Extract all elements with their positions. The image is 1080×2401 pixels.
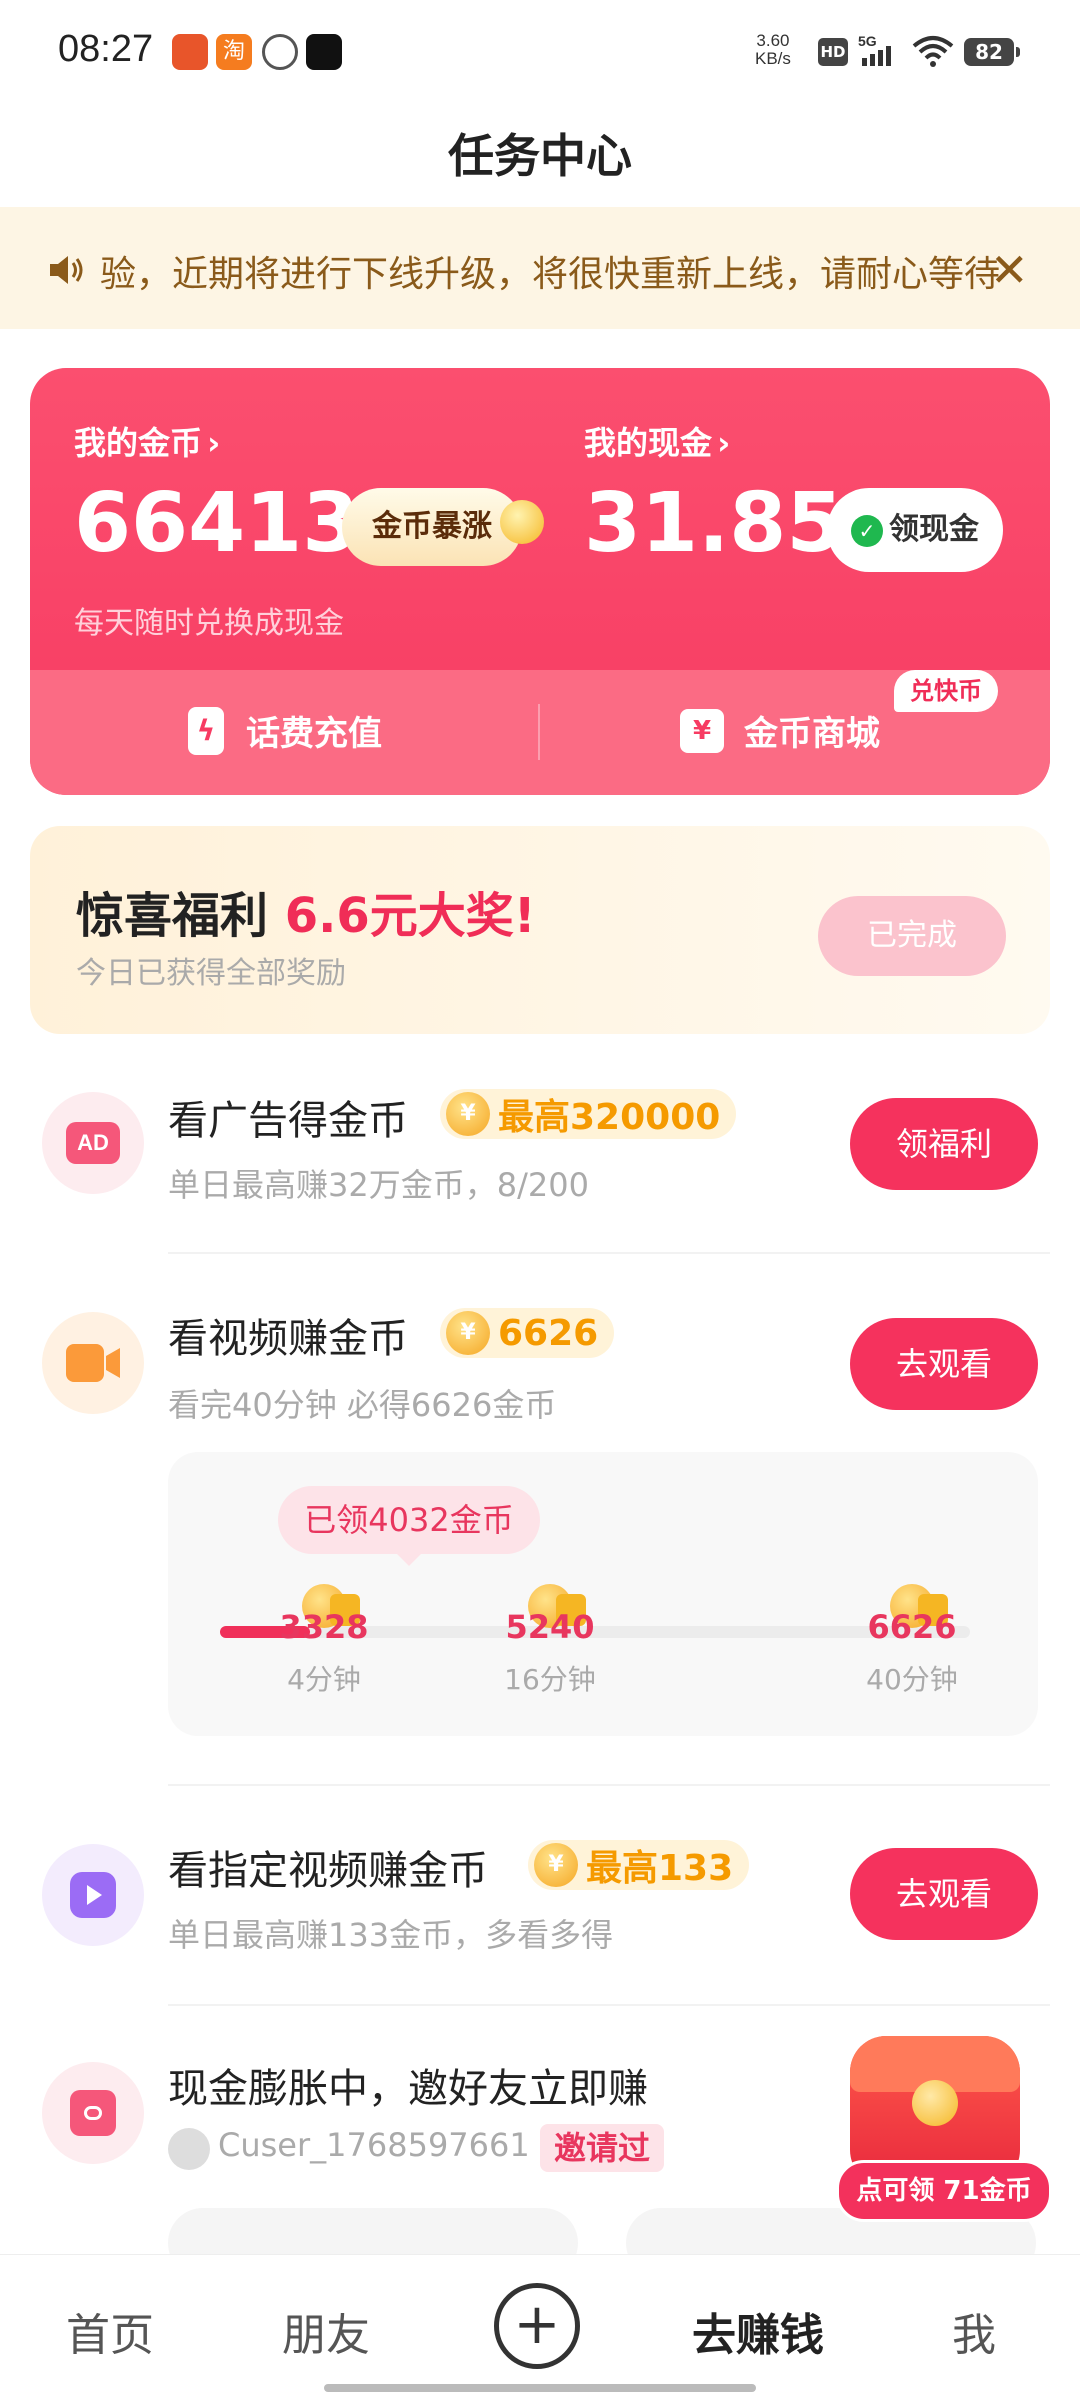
watch-button[interactable]: 去观看: [850, 1318, 1038, 1410]
coin-icon: [446, 1092, 490, 1136]
divider: [168, 1784, 1050, 1786]
network-speed: 3.60 KB/s: [755, 31, 791, 68]
milestone-value: 5240: [505, 1608, 595, 1646]
my-cash-label: 我的现金: [584, 424, 713, 462]
reward-value: 6626: [498, 1312, 599, 1354]
coin-icon: [500, 500, 544, 544]
ticket-icon: ¥: [680, 708, 724, 753]
ad-icon: AD: [66, 1122, 120, 1164]
completed-button[interactable]: 已完成: [818, 896, 1006, 976]
plus-icon[interactable]: +: [494, 2283, 580, 2369]
reward-pill: 最高320000: [440, 1089, 737, 1139]
my-coins-link[interactable]: 我的金币 ›: [74, 418, 220, 464]
tab-friends[interactable]: 朋友: [256, 2299, 396, 2363]
claimed-tooltip: 已领4032金币: [278, 1486, 540, 1566]
lightning-icon: ϟ: [188, 706, 224, 755]
notice-text: 验，近期将进行下线升级，将很快重新上线，请耐心等待: [100, 254, 1000, 295]
close-icon[interactable]: ✕: [990, 243, 1029, 297]
wallet-card: 我的金币 › 66413 金币暴涨 我的现金 › 31.85 ✓ 领现金 每天随时…: [30, 368, 1050, 795]
surprise-title: 惊喜福利 6.6元大奖!: [76, 888, 536, 944]
notice-bar: 验，近期将进行下线升级，将很快重新上线，请耐心等待 ✕: [0, 207, 1080, 329]
task-subtitle: 单日最高赚32万金币，8/200: [168, 1166, 589, 1204]
divider: [168, 2004, 1050, 2006]
divider: [538, 704, 540, 760]
status-time: 08:27: [58, 28, 154, 70]
divider: [168, 1252, 1050, 1254]
my-cash-link[interactable]: 我的现金 ›: [584, 418, 730, 464]
avatar: [168, 2128, 210, 2170]
recharge-label: 话费充值: [246, 714, 382, 754]
page-title: 任务中心: [448, 129, 632, 183]
exchange-badge: 兑快币: [894, 670, 998, 712]
task-title: 看指定视频赚金币: [168, 1848, 488, 1894]
task-title: 看视频赚金币: [168, 1316, 408, 1362]
task-subtitle: 单日最高赚133金币，多看多得: [168, 1916, 614, 1954]
play-icon: [70, 1872, 116, 1918]
coin-icon: [534, 1843, 578, 1887]
wallet-subtitle: 每天随时兑换成现金: [74, 606, 344, 641]
claim-welfare-button[interactable]: 领福利: [850, 1098, 1038, 1190]
link-notification-icon: [262, 34, 298, 70]
tab-earn[interactable]: 去赚钱: [668, 2299, 848, 2363]
chevron-right-icon: ›: [207, 424, 221, 462]
taobao-notification-icon: 淘: [216, 34, 252, 70]
milestone-value: 6626: [867, 1608, 957, 1646]
invited-tag: 邀请过: [540, 2124, 665, 2172]
milestone-label: 16分钟: [504, 1663, 596, 1696]
milestone-value: 3328: [279, 1608, 369, 1646]
my-coins-label: 我的金币: [74, 424, 203, 462]
svg-text:5G: 5G: [858, 33, 877, 49]
coin-boost-button[interactable]: 金币暴涨: [342, 488, 522, 566]
signal-5g-icon: 5G: [858, 33, 891, 66]
designated-video-icon-bg: [42, 1844, 144, 1946]
bottom-tab-bar: 首页 朋友 + 去赚钱 我: [0, 2254, 1080, 2401]
invited-username: Cuser_1768597661: [218, 2126, 530, 2164]
video-progress-panel: 已领4032金币 3328 4分钟 5240 16分钟 6626 40分钟: [168, 1452, 1038, 1736]
recharge-button[interactable]: ϟ 话费充值: [188, 706, 382, 755]
milestone-label: 40分钟: [866, 1663, 958, 1696]
tab-me[interactable]: 我: [904, 2299, 1044, 2363]
hd-icon: HD: [818, 38, 848, 66]
withdraw-cash-label: 领现金: [889, 512, 979, 547]
wechat-icon: ✓: [851, 514, 883, 547]
cash-value: 31.85: [584, 476, 844, 571]
chevron-right-icon: ›: [717, 424, 731, 462]
speaker-icon: [50, 256, 83, 284]
battery-icon: 82: [964, 38, 1020, 66]
task-subtitle: 看完40分钟 必得6626金币: [168, 1386, 557, 1424]
coin-mall-button[interactable]: ¥ 金币商城: [680, 706, 880, 755]
milestone-label: 4分钟: [287, 1663, 361, 1696]
task-title: 看广告得金币: [168, 1098, 408, 1144]
coins-value: 66413: [74, 476, 360, 571]
coin-mall-label: 金币商城: [744, 714, 880, 754]
app-notification-icon: [172, 34, 208, 70]
wallet-icon: [70, 2090, 116, 2136]
reward-pill: 最高133: [528, 1840, 750, 1890]
ad-task-icon-bg: AD: [42, 1092, 144, 1194]
coin-icon: [446, 1311, 490, 1355]
reward-value: 最高133: [586, 1848, 734, 1889]
wifi-icon: [912, 36, 954, 67]
watch-button[interactable]: 去观看: [850, 1848, 1038, 1940]
surprise-reward-card: 惊喜福利 6.6元大奖! 今日已获得全部奖励 已完成: [30, 826, 1050, 1034]
tiktok-notification-icon: [306, 34, 342, 70]
withdraw-cash-button[interactable]: ✓ 领现金: [827, 488, 1003, 572]
surprise-subtitle: 今日已获得全部奖励: [76, 956, 346, 991]
tab-home[interactable]: 首页: [40, 2299, 180, 2363]
home-indicator: [324, 2384, 756, 2392]
invite-title: 现金膨胀中，邀好友立即赚: [168, 2066, 648, 2112]
status-bar: 08:27 淘 3.60 KB/s HD 5G 82: [0, 0, 1080, 100]
invite-icon-bg: [42, 2062, 144, 2164]
reward-pill: 6626: [440, 1308, 615, 1358]
reward-value: 最高320000: [498, 1097, 721, 1138]
claim-coins-badge[interactable]: 点可领 71金币: [836, 2160, 1052, 2222]
video-task-icon-bg: [42, 1312, 144, 1414]
video-camera-icon: [66, 1344, 120, 1382]
